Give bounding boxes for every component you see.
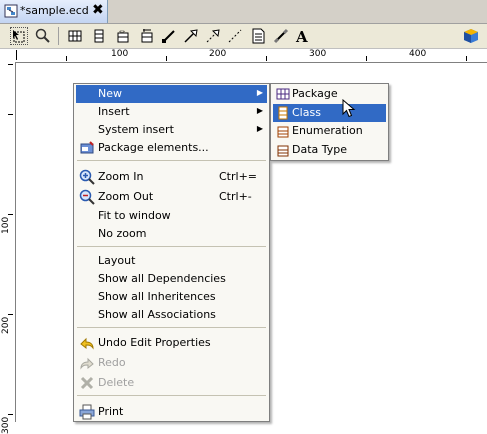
print-icon bbox=[79, 404, 95, 420]
realization-tool-icon[interactable] bbox=[204, 27, 222, 45]
submenu-item-data-type[interactable]: Data Type bbox=[273, 141, 386, 159]
menu-item-label: Show all Associations bbox=[98, 308, 216, 321]
menu-item-redo: Redo bbox=[76, 354, 267, 372]
datatype-tool-icon[interactable] bbox=[138, 27, 156, 45]
text-tool-icon[interactable]: A bbox=[294, 27, 312, 45]
note-tool-icon[interactable] bbox=[249, 27, 267, 45]
undo-icon bbox=[79, 335, 95, 351]
svg-text:«»: «» bbox=[119, 29, 125, 35]
menu-item-label: Fit to window bbox=[98, 209, 171, 222]
cube-icon[interactable] bbox=[462, 27, 480, 45]
submenu-arrow-icon: ▶ bbox=[256, 88, 263, 97]
context-menu: New ▶ Insert ▶ System insert ▶ Package e… bbox=[73, 83, 270, 422]
ruler-label: 400 bbox=[409, 49, 427, 59]
menu-item-label: No zoom bbox=[98, 227, 147, 240]
enumeration-tool-icon[interactable]: «» bbox=[114, 27, 132, 45]
palette-toolbar: «» A bbox=[0, 24, 487, 49]
submenu-arrow-icon: ▶ bbox=[256, 124, 263, 133]
inheritance-tool-icon[interactable] bbox=[182, 27, 200, 45]
menu-separator bbox=[77, 160, 266, 161]
menu-item-shortcut: Ctrl+= bbox=[219, 170, 258, 183]
new-submenu: Package Class Enumeration Data Type bbox=[270, 83, 389, 161]
menu-item-system-insert[interactable]: System insert ▶ bbox=[76, 121, 267, 139]
zoom-in-icon bbox=[79, 169, 95, 185]
package-icon bbox=[276, 87, 290, 101]
menu-item-no-zoom[interactable]: No zoom bbox=[76, 225, 267, 243]
menu-item-delete: Delete bbox=[76, 374, 267, 392]
menu-item-label: System insert bbox=[98, 123, 174, 136]
enumeration-icon bbox=[276, 124, 290, 138]
horizontal-ruler: 100 200 300 400 bbox=[0, 49, 487, 63]
menu-item-new[interactable]: New ▶ bbox=[76, 85, 267, 103]
association-tool-icon[interactable] bbox=[226, 27, 244, 45]
data-type-icon bbox=[276, 143, 290, 157]
menu-item-label: Package elements... bbox=[98, 141, 209, 154]
select-tool-icon[interactable] bbox=[10, 27, 28, 45]
ruler-label: 200 bbox=[209, 49, 227, 59]
menu-separator bbox=[77, 246, 266, 247]
menu-item-label: Show all Inheritences bbox=[98, 290, 216, 303]
menu-item-label: Print bbox=[98, 405, 124, 418]
package-elements-icon bbox=[79, 140, 95, 156]
submenu-item-class[interactable]: Class bbox=[273, 104, 386, 122]
menu-item-show-all-associations[interactable]: Show all Associations bbox=[76, 306, 267, 324]
class-icon bbox=[276, 106, 290, 120]
menu-item-package-elements[interactable]: Package elements... bbox=[76, 139, 267, 157]
menu-item-insert[interactable]: Insert ▶ bbox=[76, 103, 267, 121]
vertical-ruler: 100 200 300 bbox=[0, 62, 16, 434]
class-tool-icon[interactable] bbox=[90, 27, 108, 45]
menu-item-label: Redo bbox=[98, 356, 126, 369]
menu-item-label: Undo Edit Properties bbox=[98, 336, 211, 349]
menu-item-fit-to-window[interactable]: Fit to window bbox=[76, 207, 267, 225]
submenu-arrow-icon: ▶ bbox=[256, 106, 263, 115]
menu-item-label: Zoom Out bbox=[98, 190, 154, 203]
menu-item-undo[interactable]: Undo Edit Properties bbox=[76, 334, 267, 352]
menu-item-label: Zoom In bbox=[98, 170, 144, 183]
menu-item-layout[interactable]: Layout bbox=[76, 252, 267, 270]
menu-separator bbox=[77, 395, 266, 396]
redo-icon bbox=[79, 355, 95, 371]
ruler-label: 300 bbox=[1, 416, 11, 434]
submenu-item-label: Package bbox=[292, 87, 338, 100]
menu-item-label: New bbox=[98, 87, 122, 100]
menu-item-print[interactable]: Print bbox=[76, 403, 267, 421]
ruler-label: 200 bbox=[1, 316, 11, 334]
menu-item-label: Insert bbox=[98, 105, 130, 118]
editor-tab-bar: *sample.ecd ✖ bbox=[0, 0, 487, 24]
ruler-label: 100 bbox=[1, 216, 11, 234]
zoom-tool-icon[interactable] bbox=[34, 27, 52, 45]
editor-tab-title: *sample.ecd bbox=[20, 4, 89, 17]
menu-item-label: Show all Dependencies bbox=[98, 272, 226, 285]
menu-item-zoom-in[interactable]: Zoom In Ctrl+= bbox=[76, 168, 267, 186]
submenu-item-label: Enumeration bbox=[292, 124, 363, 137]
menu-item-show-all-inheritences[interactable]: Show all Inheritences bbox=[76, 288, 267, 306]
menu-separator bbox=[77, 327, 266, 328]
ruler-label: 100 bbox=[111, 49, 129, 59]
zoom-out-icon bbox=[79, 189, 95, 205]
mouse-cursor-icon bbox=[342, 98, 356, 119]
submenu-item-label: Class bbox=[292, 106, 321, 119]
menu-item-zoom-out[interactable]: Zoom Out Ctrl+- bbox=[76, 188, 267, 206]
menu-item-show-all-dependencies[interactable]: Show all Dependencies bbox=[76, 270, 267, 288]
ruler-label: 300 bbox=[309, 49, 327, 59]
note-link-tool-icon[interactable] bbox=[272, 27, 290, 45]
diagram-file-icon bbox=[4, 4, 18, 18]
svg-text:A: A bbox=[295, 28, 308, 45]
submenu-item-enumeration[interactable]: Enumeration bbox=[273, 122, 386, 140]
delete-icon bbox=[79, 375, 95, 391]
submenu-item-package[interactable]: Package bbox=[273, 85, 386, 103]
package-tool-icon[interactable] bbox=[66, 27, 84, 45]
editor-tab[interactable]: *sample.ecd ✖ bbox=[0, 0, 108, 23]
submenu-item-label: Data Type bbox=[292, 143, 348, 156]
menu-item-shortcut: Ctrl+- bbox=[219, 190, 252, 203]
close-icon[interactable]: ✖ bbox=[92, 2, 104, 18]
dependency-tool-icon[interactable] bbox=[160, 27, 178, 45]
menu-item-label: Layout bbox=[98, 254, 136, 267]
menu-item-label: Delete bbox=[98, 376, 135, 389]
